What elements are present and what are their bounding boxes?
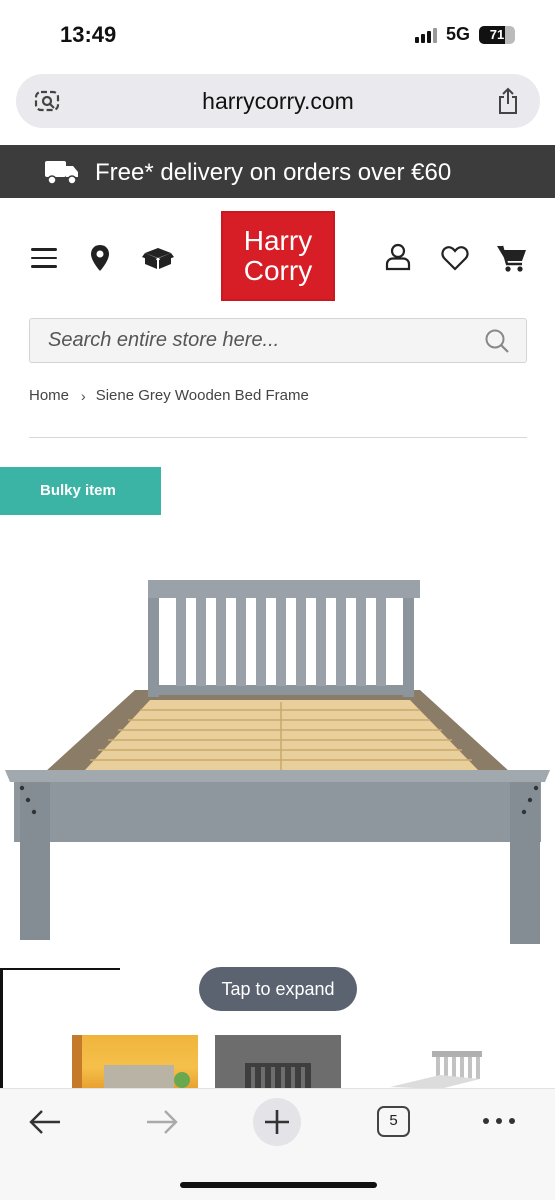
thumbnail-2-image <box>245 1063 311 1089</box>
leg-right <box>510 782 540 944</box>
forward-arrow-icon[interactable] <box>145 1107 179 1137</box>
home-indicator <box>180 1182 377 1188</box>
share-icon[interactable] <box>496 87 520 115</box>
battery-icon: 71 <box>479 25 515 44</box>
battery-level: 71 <box>489 26 505 42</box>
status-bar: 13:49 5G 71 <box>0 0 555 70</box>
heart-icon[interactable] <box>441 245 469 271</box>
menu-icon[interactable] <box>31 248 57 268</box>
thumbnail-3[interactable] <box>380 1035 490 1089</box>
product-image[interactable] <box>0 560 555 960</box>
breadcrumb: Home › Siene Grey Wooden Bed Frame <box>29 387 309 404</box>
breadcrumb-separator: › <box>81 387 86 404</box>
divider <box>29 437 527 438</box>
delivery-banner: Free* delivery on orders over €60 <box>0 145 555 198</box>
thumbnail-3-image <box>390 1051 482 1089</box>
delivery-text: Free* delivery on orders over €60 <box>95 159 452 186</box>
search-icon[interactable] <box>484 328 510 354</box>
new-tab-button[interactable] <box>253 1098 301 1146</box>
signal-icon <box>414 27 437 43</box>
headboard-post-left <box>148 582 159 697</box>
headboard-post-right <box>403 582 414 697</box>
breadcrumb-current: Siene Grey Wooden Bed Frame <box>95 387 309 404</box>
tap-to-expand-button[interactable]: Tap to expand <box>199 967 357 1011</box>
logo-text-line2: Corry <box>243 255 313 286</box>
more-icon[interactable] <box>481 1111 517 1131</box>
thumbnail-1[interactable] <box>72 1035 198 1089</box>
address-bar[interactable]: harrycorry.com <box>16 74 540 128</box>
network-label: 5G <box>445 24 470 44</box>
cart-icon[interactable] <box>496 244 528 272</box>
leg-left <box>20 782 50 940</box>
browser-toolbar: 5 <box>0 1088 555 1200</box>
harry-corry-logo[interactable]: Harry Corry <box>221 211 335 301</box>
box-icon[interactable] <box>141 246 175 270</box>
url-text[interactable]: harrycorry.com <box>16 88 540 115</box>
footboard-top <box>5 770 550 782</box>
new-tab-icon <box>265 1110 289 1134</box>
delivery-truck-icon <box>45 161 78 185</box>
account-icon[interactable] <box>385 243 411 271</box>
headboard-top-rail <box>148 580 420 598</box>
status-indicators: 5G 71 <box>414 24 515 45</box>
thumbnail-1-image <box>72 1035 190 1089</box>
status-time: 13:49 <box>60 22 117 47</box>
location-icon[interactable] <box>89 244 111 272</box>
logo-text-line1: Harry <box>243 225 313 256</box>
site-search <box>29 318 527 363</box>
tabs-icon[interactable]: 5 <box>377 1106 410 1137</box>
back-arrow-icon[interactable] <box>28 1107 62 1137</box>
search-input[interactable] <box>30 319 470 362</box>
site-header: Harry Corry <box>0 198 555 313</box>
bulky-item-badge: Bulky item <box>0 467 161 515</box>
thumbnail-2[interactable] <box>215 1035 341 1089</box>
footboard-panel <box>14 782 541 842</box>
breadcrumb-home[interactable]: Home <box>29 387 69 404</box>
